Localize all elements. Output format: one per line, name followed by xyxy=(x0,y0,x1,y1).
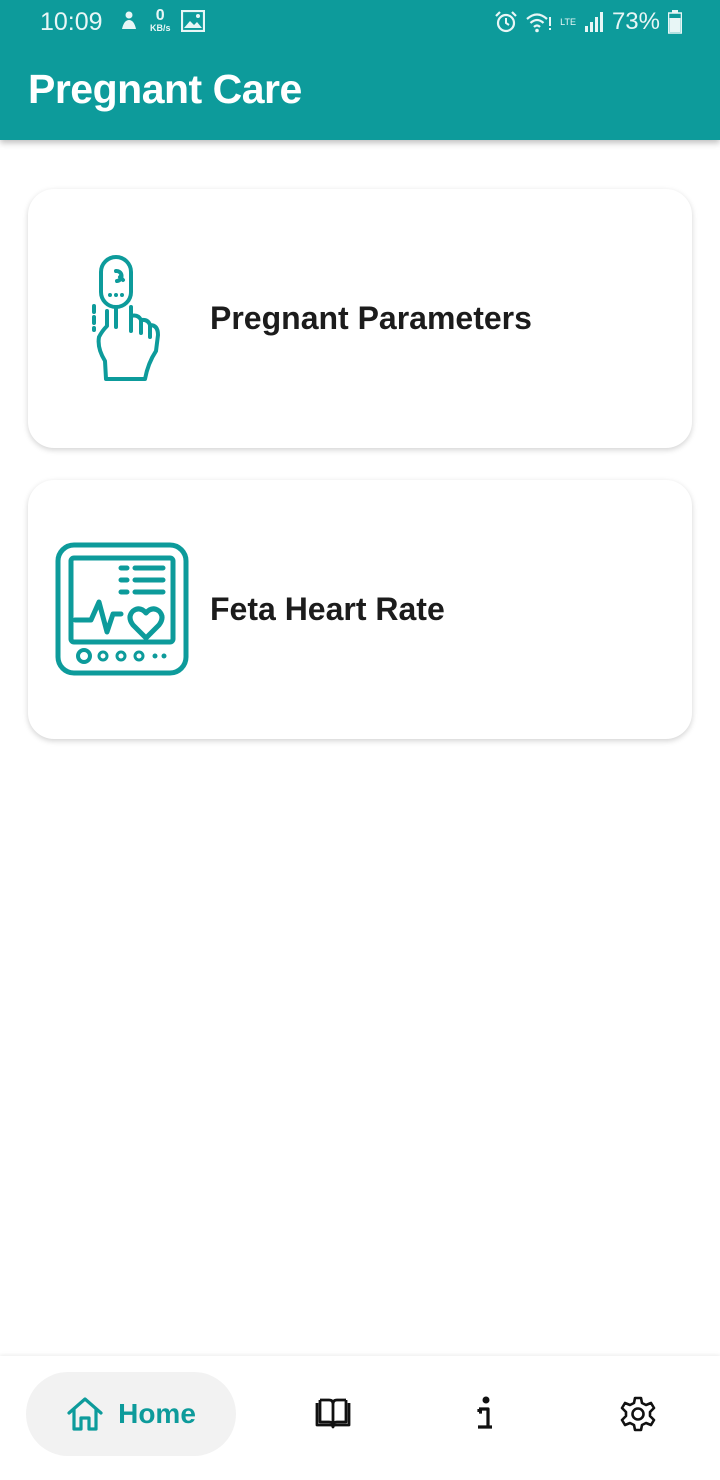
bottom-navigation: Home xyxy=(0,1356,720,1480)
lte-indicator: LTE xyxy=(560,16,576,27)
info-icon xyxy=(477,1396,492,1429)
battery-icon xyxy=(668,10,682,34)
net-speed-unit: KB/s xyxy=(150,23,171,33)
notification-icon xyxy=(122,11,136,29)
settings-icon xyxy=(620,1396,656,1432)
pregnant-parameters-card[interactable]: Pregnant Parameters xyxy=(28,189,692,448)
net-speed: 0 KB/s xyxy=(150,8,171,33)
status-right-icons: LTE 73% xyxy=(494,8,682,36)
battery-percent: 73% xyxy=(611,8,660,35)
card-label: Feta Heart Rate xyxy=(210,591,445,627)
status-bar: 10:09 0 KB/s LTE 73% xyxy=(0,0,720,46)
finger-pulse-oximeter-icon xyxy=(92,255,160,381)
home-icon xyxy=(67,1397,103,1431)
image-icon xyxy=(180,9,205,32)
heart-rate-monitor-icon xyxy=(55,542,189,676)
net-speed-value: 0 xyxy=(155,7,165,24)
status-time: 10:09 xyxy=(40,8,103,36)
fetal-heart-rate-card[interactable]: Feta Heart Rate xyxy=(28,480,692,739)
page-title: Pregnant Care xyxy=(28,66,302,112)
wifi-icon xyxy=(526,13,552,33)
nav-settings-button[interactable] xyxy=(616,1392,660,1436)
nav-info-button[interactable] xyxy=(463,1392,507,1436)
nav-home-label: Home xyxy=(118,1398,196,1429)
book-icon xyxy=(315,1398,351,1429)
nav-book-button[interactable] xyxy=(311,1392,355,1436)
status-left-icons: 0 KB/s xyxy=(118,8,205,33)
nav-home-button[interactable]: Home xyxy=(26,1372,236,1456)
signal-icon xyxy=(584,12,603,32)
alarm-icon xyxy=(495,11,517,33)
app-bar: 10:09 0 KB/s LTE 73% Pregnant Care xyxy=(0,0,720,140)
card-label: Pregnant Parameters xyxy=(210,300,532,336)
